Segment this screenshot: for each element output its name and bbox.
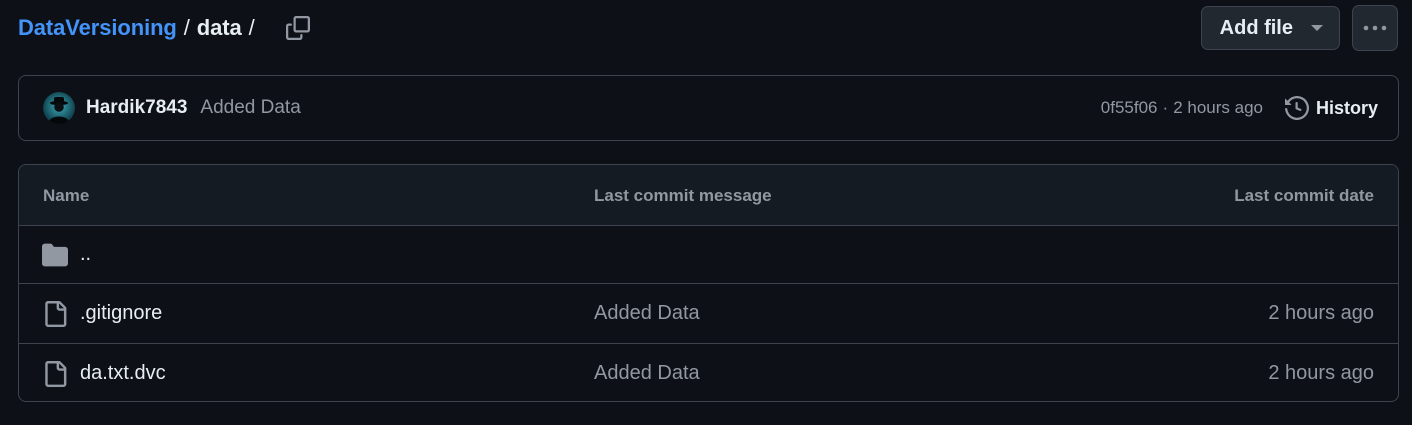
column-header-name: Name (43, 186, 90, 205)
history-button[interactable]: History (1284, 96, 1378, 120)
copy-path-button[interactable] (280, 10, 316, 46)
add-file-button[interactable]: Add file (1200, 6, 1340, 50)
chevron-down-icon (1311, 25, 1323, 31)
commit-time: 2 hours ago (1173, 98, 1263, 117)
kebab-horizontal-icon (1363, 25, 1387, 31)
file-commit-date: 2 hours ago (1268, 362, 1374, 384)
avatar-icon (43, 92, 75, 124)
breadcrumb-repo-link[interactable]: DataVersioning (18, 15, 177, 41)
file-commit-message-link[interactable]: Added Data (594, 302, 700, 325)
add-file-label: Add file (1219, 16, 1293, 39)
commit-meta-separator: · (1162, 98, 1169, 117)
parent-directory-link[interactable]: .. (80, 243, 91, 266)
column-header-date: Last commit date (1234, 186, 1374, 205)
file-table: Name Last commit message Last commit dat… (18, 164, 1399, 402)
more-options-button[interactable] (1352, 5, 1398, 51)
top-actions: Add file (1200, 5, 1398, 51)
table-header-row: Name Last commit message Last commit dat… (19, 165, 1398, 225)
author-avatar[interactable] (43, 92, 75, 124)
history-icon (1284, 96, 1309, 120)
column-header-message: Last commit message (594, 186, 772, 205)
commit-sha[interactable]: 0f55f06 (1101, 98, 1158, 118)
file-name-link[interactable]: da.txt.dvc (80, 362, 166, 385)
file-commit-date: 2 hours ago (1268, 302, 1374, 324)
file-icon (45, 361, 67, 387)
file-commit-message-link[interactable]: Added Data (594, 362, 700, 385)
breadcrumb: DataVersioning / data / (18, 15, 262, 41)
history-label: History (1315, 97, 1378, 118)
commit-meta: 0f55f06 · 2 hours ago History (1101, 96, 1378, 120)
repo-header: DataVersioning / data / Add file (18, 5, 1398, 51)
breadcrumb-current-folder: data (196, 15, 242, 40)
latest-commit-bar: Hardik7843 Added Data 0f55f06 · 2 hours … (18, 75, 1399, 141)
breadcrumb-trailing-separator: / (248, 15, 255, 40)
file-name-link[interactable]: .gitignore (80, 302, 162, 325)
commit-message[interactable]: Added Data (200, 97, 300, 119)
breadcrumb-separator: / (183, 15, 190, 40)
commit-author[interactable]: Hardik7843 (86, 97, 187, 119)
folder-icon (42, 243, 68, 267)
table-row: da.txt.dvc Added Data 2 hours ago (19, 343, 1398, 401)
parent-directory-row[interactable]: .. (19, 225, 1398, 283)
file-icon (45, 301, 67, 327)
copy-icon (285, 16, 310, 40)
table-row: .gitignore Added Data 2 hours ago (19, 283, 1398, 343)
